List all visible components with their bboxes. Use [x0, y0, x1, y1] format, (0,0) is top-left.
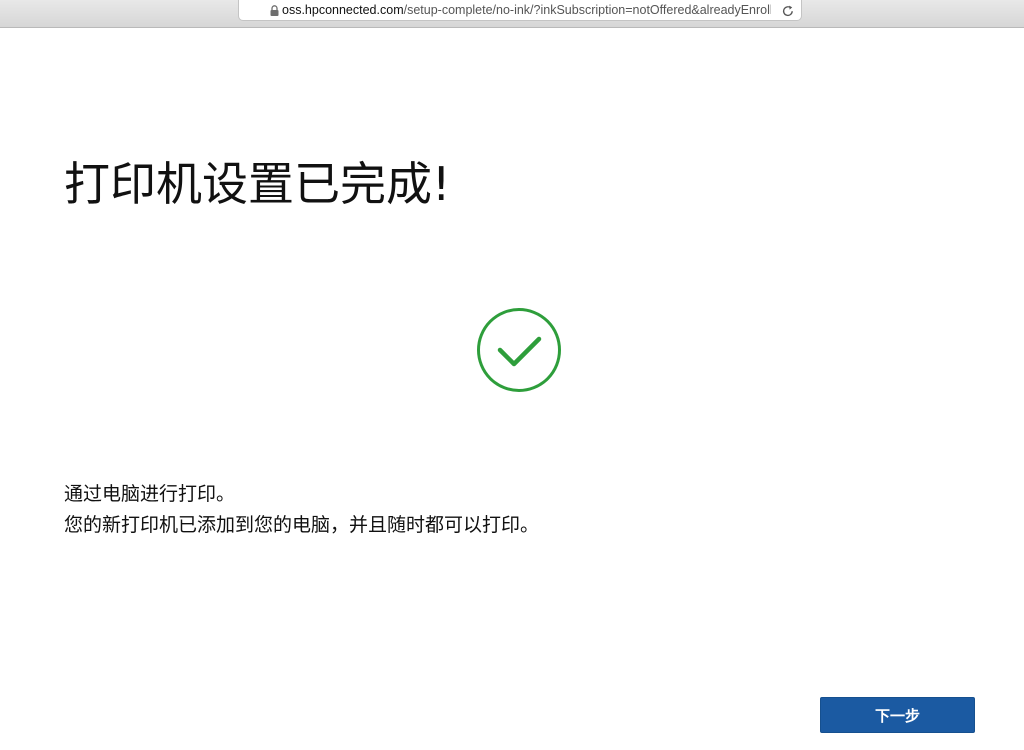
lock-icon: [268, 4, 280, 16]
check-circle-icon: [476, 307, 562, 393]
url-domain: oss.hpconnected.com: [282, 3, 404, 17]
page-title: 打印机设置已完成!: [64, 157, 451, 211]
url-text: oss.hpconnected.com/setup-complete/no-in…: [282, 3, 771, 17]
message-line-1: 通过电脑进行打印。: [64, 483, 236, 505]
completion-message: 通过电脑进行打印。 您的新打印机已添加到您的电脑，并且随时都可以打印。: [64, 479, 539, 541]
url-path: /setup-complete/no-ink/?inkSubscription=…: [403, 3, 771, 17]
message-line-2: 您的新打印机已添加到您的电脑，并且随时都可以打印。: [64, 514, 540, 536]
address-bar[interactable]: oss.hpconnected.com/setup-complete/no-in…: [238, 0, 802, 21]
next-button[interactable]: 下一步: [820, 697, 975, 733]
reload-icon[interactable]: [781, 3, 795, 17]
browser-toolbar: oss.hpconnected.com/setup-complete/no-in…: [0, 0, 1024, 28]
